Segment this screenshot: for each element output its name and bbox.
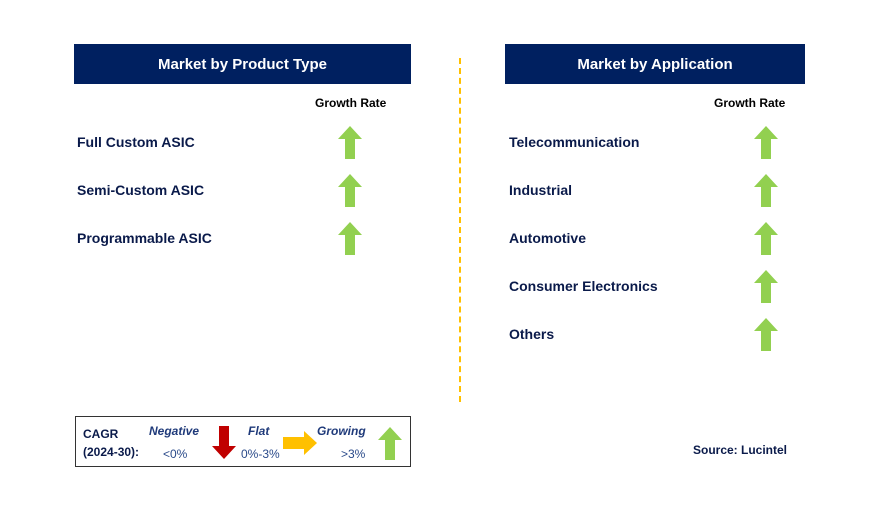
legend-cagr: CAGR — [83, 427, 119, 441]
source-label: Source: Lucintel — [693, 443, 788, 457]
down-arrow-icon — [212, 426, 236, 459]
up-arrow-icon — [754, 270, 778, 303]
market-segmentation-diagram: Market by Product Type Market by Applica… — [0, 0, 870, 527]
segment-label: Full Custom ASIC — [77, 134, 195, 150]
segment-label: Telecommunication — [509, 134, 640, 150]
growth-rate-label-left: Growth Rate — [315, 96, 387, 110]
legend-growing: Growing — [317, 424, 366, 438]
up-arrow-icon — [754, 318, 778, 351]
product-type-header: Market by Product Type — [74, 44, 411, 84]
up-arrow-icon — [754, 222, 778, 255]
up-arrow-icon — [338, 126, 362, 159]
application-header: Market by Application — [505, 44, 805, 84]
dashed-divider — [459, 58, 461, 402]
legend-flat: Flat — [248, 424, 270, 438]
segment-label: Programmable ASIC — [77, 230, 212, 246]
up-arrow-icon — [754, 126, 778, 159]
up-arrow-icon — [338, 174, 362, 207]
segment-label: Semi-Custom ASIC — [77, 182, 205, 198]
right-arrow-icon — [283, 431, 317, 455]
legend-flat-range: 0%-3% — [241, 447, 280, 461]
up-arrow-icon — [338, 222, 362, 255]
up-arrow-icon — [754, 174, 778, 207]
legend-period: (2024-30): — [83, 445, 140, 459]
legend-negative-range: <0% — [163, 447, 188, 461]
legend-negative: Negative — [149, 424, 200, 438]
growth-rate-label-right: Growth Rate — [714, 96, 786, 110]
legend-growing-range: >3% — [341, 447, 366, 461]
segment-label: Consumer Electronics — [509, 278, 658, 294]
up-arrow-icon — [378, 427, 402, 460]
segment-label: Others — [509, 326, 555, 342]
segment-label: Industrial — [509, 182, 573, 198]
cagr-legend: CAGR (2024-30): Negative <0% Flat 0%-3% … — [75, 416, 411, 467]
segment-label: Automotive — [509, 230, 586, 246]
